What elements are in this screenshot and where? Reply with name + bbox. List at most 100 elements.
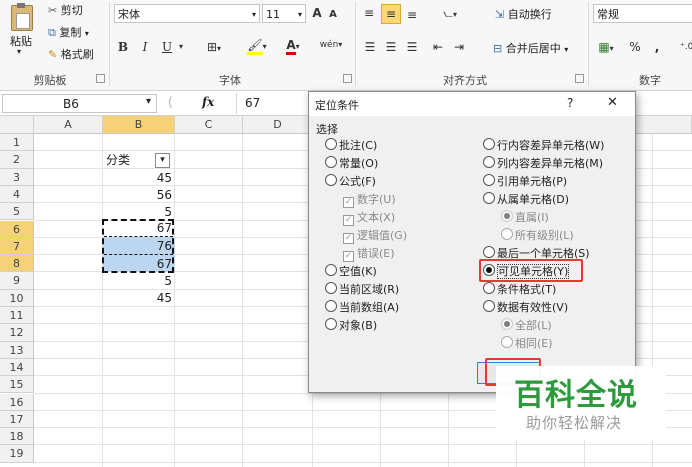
cell-b5[interactable]: 5 xyxy=(103,204,172,221)
align-middle-icon[interactable]: ≡ xyxy=(381,4,401,24)
cell-b10[interactable]: 45 xyxy=(103,290,172,307)
alignment-launcher-icon[interactable] xyxy=(575,74,584,83)
shrink-font-icon: A xyxy=(329,9,337,20)
row-header[interactable]: 1 xyxy=(0,134,34,152)
copy-button[interactable]: ⧉ 复制 ▾ xyxy=(48,24,89,40)
align-left-icon[interactable]: ☰ xyxy=(363,38,377,56)
check-numbers[interactable]: ✓ 数字(U) xyxy=(343,192,396,208)
insert-function-button[interactable]: fx xyxy=(202,95,214,109)
font-launcher-icon[interactable] xyxy=(343,74,352,83)
row-header[interactable]: 15 xyxy=(0,376,34,394)
option-precedents[interactable]: 引用单元格(P) xyxy=(483,174,567,189)
increase-decimal-icon[interactable]: ⁺.0 xyxy=(680,38,692,56)
row-header[interactable]: 5 xyxy=(0,203,34,221)
number-format-select[interactable]: 常规 xyxy=(593,4,692,23)
shrink-font-button[interactable]: A xyxy=(326,6,340,24)
check-errors[interactable]: ✓ 错误(E) xyxy=(343,246,395,262)
increase-indent-icon[interactable]: ⇥ xyxy=(452,38,466,56)
border-icon[interactable]: ⊞▾ xyxy=(204,38,224,58)
phonetic-button[interactable]: wén▾ xyxy=(318,36,344,54)
option-validation-same[interactable]: 相同(E) xyxy=(501,336,553,351)
option-blanks[interactable]: 空值(K) xyxy=(325,264,377,279)
underline-dropdown-icon[interactable]: ▾ xyxy=(176,38,186,56)
option-formulas[interactable]: 公式(F) xyxy=(325,174,376,189)
align-bottom-icon[interactable]: ≡ xyxy=(404,6,420,24)
option-dependents[interactable]: 从属单元格(D) xyxy=(483,192,569,207)
filter-header-cell[interactable]: 分类 ▾ xyxy=(106,152,172,169)
close-icon[interactable]: ✕ xyxy=(607,95,618,110)
align-center-icon[interactable]: ☰ xyxy=(384,38,398,56)
underline-button[interactable]: U xyxy=(160,38,174,56)
cut-button[interactable]: ✂ 剪切 xyxy=(48,2,83,18)
option-conditional-formats[interactable]: 条件格式(T) xyxy=(483,282,556,297)
option-all-levels[interactable]: 所有级别(L) xyxy=(501,228,574,243)
row-header[interactable]: 2 xyxy=(0,151,34,169)
cell-b9[interactable]: 5 xyxy=(103,273,172,290)
column-header-a[interactable]: A xyxy=(34,116,103,134)
row-header[interactable]: 19 xyxy=(0,445,34,463)
cell-b3[interactable]: 45 xyxy=(103,170,172,187)
option-objects[interactable]: 对象(B) xyxy=(325,318,377,333)
bold-button[interactable]: B xyxy=(116,38,130,56)
accounting-format-icon[interactable]: ▦▾ xyxy=(595,38,617,58)
row-header[interactable]: 3 xyxy=(0,168,34,186)
format-painter-button[interactable]: ✎ 格式刷 xyxy=(48,46,94,62)
orientation-icon[interactable]: ⦦▾ xyxy=(440,4,460,24)
option-column-differences[interactable]: 列内容差异单元格(M) xyxy=(483,156,603,171)
align-right-icon[interactable]: ☰ xyxy=(405,38,419,56)
italic-button[interactable]: I xyxy=(138,38,152,56)
fill-color-icon[interactable]: 🖌▾ xyxy=(244,36,270,56)
row-header[interactable]: 7 xyxy=(0,237,34,256)
align-top-icon[interactable]: ≡ xyxy=(361,4,377,22)
wrap-text-button[interactable]: ⇲ 自动换行 xyxy=(495,6,552,22)
column-header-d[interactable]: D xyxy=(243,116,313,134)
row-header[interactable]: 16 xyxy=(0,393,34,411)
option-direct-only[interactable]: 直属(I) xyxy=(501,210,549,225)
option-constants[interactable]: 常量(O) xyxy=(325,156,378,171)
cell-b7[interactable]: 76 xyxy=(103,238,172,255)
cell-b8[interactable]: 67 xyxy=(103,256,172,273)
merge-center-button[interactable]: ⊟ 合并后居中 ▾ xyxy=(493,40,568,56)
clipboard-launcher-icon[interactable] xyxy=(96,74,105,83)
grow-font-button[interactable]: A xyxy=(310,4,324,22)
decrease-indent-icon[interactable]: ⇤ xyxy=(431,38,445,56)
cell-b4[interactable]: 56 xyxy=(103,187,172,204)
column-header-b[interactable]: B xyxy=(103,116,175,134)
row-header[interactable]: 11 xyxy=(0,307,34,325)
row-header[interactable]: 13 xyxy=(0,341,34,359)
cancel-entry-icon[interactable]: ( xyxy=(168,95,173,109)
font-size-select[interactable]: 11 ▾ xyxy=(262,4,306,23)
number-format-value: 常规 xyxy=(597,8,619,21)
option-comments[interactable]: 批注(C) xyxy=(325,138,377,153)
percent-button[interactable]: % xyxy=(628,38,642,56)
filter-dropdown-icon[interactable]: ▾ xyxy=(155,153,170,168)
check-text[interactable]: ✓ 文本(X) xyxy=(343,210,395,226)
go-to-special-dialog: 定位条件 ? ✕ 选择 批注(C) 常量(O) 公式(F) ✓ 数字(U) ✓ 文本… xyxy=(308,91,636,393)
row-header[interactable]: 18 xyxy=(0,428,34,446)
column-header-c[interactable]: C xyxy=(175,116,243,134)
comma-button[interactable]: , xyxy=(652,38,662,56)
paste-button[interactable]: 粘贴 ▾ xyxy=(4,3,38,63)
option-current-region[interactable]: 当前区域(R) xyxy=(325,282,399,297)
option-data-validation[interactable]: 数据有效性(V) xyxy=(483,300,568,315)
row-header[interactable]: 9 xyxy=(0,272,34,290)
checkbox-icon: ✓ xyxy=(343,215,354,226)
select-all-corner[interactable] xyxy=(0,116,34,134)
help-button[interactable]: ? xyxy=(567,96,573,110)
chevron-down-icon: ▾ xyxy=(297,10,302,19)
row-header[interactable]: 6 xyxy=(0,220,34,238)
row-header[interactable]: 10 xyxy=(0,289,34,307)
name-box[interactable]: B6 ▾ xyxy=(2,94,157,113)
font-name-select[interactable]: 宋体 ▾ xyxy=(114,4,260,23)
option-current-array[interactable]: 当前数组(A) xyxy=(325,300,399,315)
check-logicals[interactable]: ✓ 逻辑值(G) xyxy=(343,228,407,244)
row-header[interactable]: 12 xyxy=(0,324,34,342)
option-row-differences[interactable]: 行内容差异单元格(W) xyxy=(483,138,604,153)
cell-b6[interactable]: 67 xyxy=(103,220,172,237)
row-header[interactable]: 8 xyxy=(0,255,34,273)
row-header[interactable]: 4 xyxy=(0,185,34,204)
row-header[interactable]: 17 xyxy=(0,410,34,429)
font-color-icon[interactable]: A▾ xyxy=(282,36,304,56)
option-validation-all[interactable]: 全部(L) xyxy=(501,318,552,333)
row-header[interactable]: 14 xyxy=(0,358,34,377)
